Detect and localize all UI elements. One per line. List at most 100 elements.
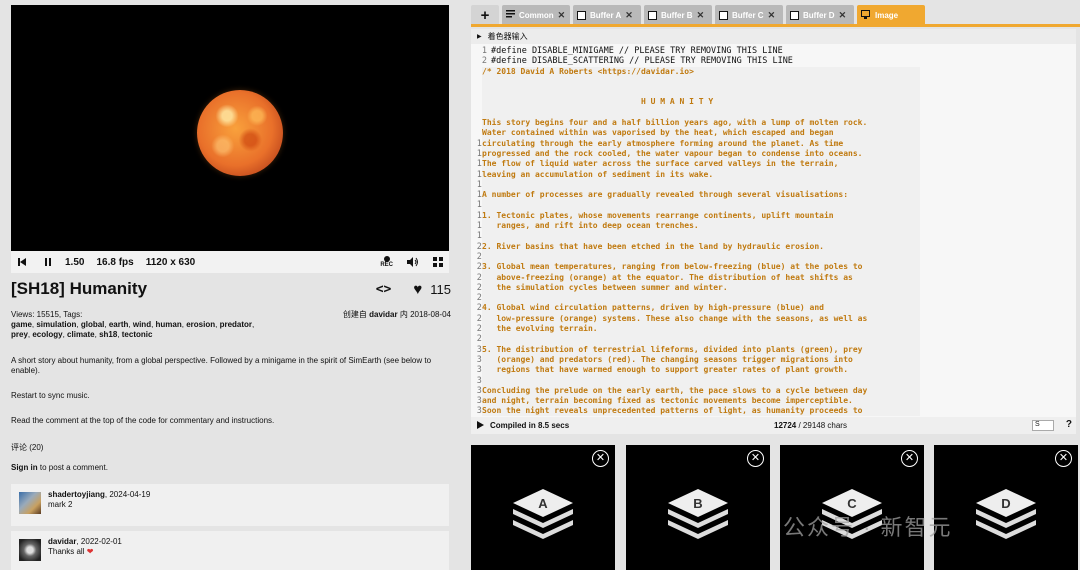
code-line: 264. Global wind circulation patterns, d…: [471, 303, 1076, 346]
record-button[interactable]: REC: [380, 255, 393, 269]
code-editor: ▶ 着色器输入 1 #define DISABLE_MINIGAME // PLE…: [471, 29, 1076, 434]
tab-label: Buffer B: [661, 10, 693, 20]
avatar[interactable]: [19, 539, 41, 561]
watermark: 公众号 · 新智元: [783, 515, 953, 540]
close-icon[interactable]: ✕: [592, 450, 609, 467]
comment-item: shadertoyjiang, 2024-04-19 mark 2: [11, 484, 449, 526]
code-line: 305. The distribution of terrestrial lif…: [471, 344, 1076, 387]
tab-buffer-c[interactable]: Buffer C ✕: [715, 5, 783, 25]
heart-icon: ❤: [86, 547, 94, 556]
description-paragraph: Restart to sync music.: [11, 391, 90, 400]
shader-inputs-label: 着色器输入: [487, 32, 528, 41]
code-line: 14: [471, 179, 1076, 222]
shader-inputs-toggle[interactable]: ▶ 着色器输入: [471, 29, 1076, 44]
tab-buffer-d[interactable]: Buffer D ✕: [786, 5, 854, 25]
volume-icon[interactable]: [407, 251, 419, 273]
tag-link[interactable]: sh18: [99, 330, 117, 339]
comment-text: Thanks all: [48, 547, 87, 556]
fullscreen-icon[interactable]: [433, 251, 443, 273]
code-line: 27 low-pressure (orange) systems. These …: [471, 313, 1076, 356]
char-count-value: 12724: [774, 421, 797, 430]
player-controls: 1.50 16.8 fps 1120 x 630 REC: [11, 251, 449, 273]
code-line: 7: [471, 107, 1076, 150]
title-row: [SH18] Humanity <> ♥ 115: [11, 278, 451, 300]
font-size-select[interactable]: S: [1032, 420, 1054, 431]
code-line: 6 H U M A N I T Y: [471, 97, 1076, 140]
text-lines-icon: [506, 10, 515, 20]
tag-link[interactable]: global: [81, 320, 105, 329]
tag-link[interactable]: simulation: [36, 320, 76, 329]
channel-slot-c[interactable]: ✕ C: [780, 445, 924, 570]
code-text: #define DISABLE_MINIGAME // PLEASE TRY R…: [491, 46, 783, 56]
comment-text: mark 2: [48, 500, 73, 509]
rewind-icon[interactable]: [17, 251, 27, 273]
code-line: 2 #define DISABLE_SCATTERING // PLEASE TR…: [471, 56, 1076, 66]
close-icon[interactable]: ✕: [839, 10, 847, 21]
author-link[interactable]: davidar: [369, 310, 397, 319]
code-line: 8This story begins four and a half billi…: [471, 118, 1076, 161]
channel-letter: B: [693, 496, 702, 511]
buffer-stack-icon: B: [668, 489, 728, 539]
signin-link[interactable]: Sign in: [11, 463, 38, 472]
tag-link[interactable]: climate: [67, 330, 95, 339]
code-line: 34Concluding the prelude on the early ea…: [471, 385, 1076, 416]
buffer-tabs: + Common ✕ Buffer A ✕ Buffer B ✕ Buffer …: [471, 5, 1080, 25]
created-label: 创建自: [342, 310, 367, 319]
shader-description: A short story about humanity, from a glo…: [11, 356, 451, 441]
avatar[interactable]: [19, 492, 41, 514]
close-icon[interactable]: ✕: [625, 10, 633, 21]
comments-header: 评论 (20): [11, 443, 44, 452]
code-line: 24 the simulation cycles between summer …: [471, 282, 1076, 325]
tab-label: Buffer C: [732, 10, 764, 20]
comment-user[interactable]: davidar: [48, 537, 76, 546]
tag-link[interactable]: predator: [220, 320, 252, 329]
tab-label: Buffer A: [590, 10, 622, 20]
tab-common[interactable]: Common ✕: [502, 5, 570, 25]
tab-buffer-b[interactable]: Buffer B ✕: [644, 5, 712, 25]
close-icon[interactable]: ✕: [901, 450, 918, 467]
code-line: 3/* 2018 David A Roberts <https://davida…: [471, 66, 1076, 109]
close-icon[interactable]: ✕: [697, 10, 705, 21]
like-heart-icon[interactable]: ♥: [413, 281, 422, 298]
tag-link[interactable]: prey: [11, 330, 28, 339]
channel-slot-a[interactable]: ✕ A: [471, 445, 615, 570]
code-area[interactable]: 1 #define DISABLE_MINIGAME // PLEASE TRY …: [471, 46, 1076, 416]
code-line: 11progressed and the rock cooled, the wa…: [471, 148, 1076, 191]
pause-icon[interactable]: [43, 251, 53, 273]
compile-button[interactable]: [477, 420, 484, 431]
time-readout: 1.50: [65, 256, 85, 268]
tab-label: Common: [519, 10, 554, 20]
close-icon[interactable]: ✕: [768, 10, 776, 21]
tag-link[interactable]: ecology: [32, 330, 62, 339]
help-button[interactable]: ?: [1066, 419, 1072, 430]
description-paragraph: A short story about humanity, from a glo…: [11, 356, 432, 375]
tag-link[interactable]: wind: [133, 320, 151, 329]
comment-user[interactable]: shadertoyjiang: [48, 490, 105, 499]
buffer-stack-icon: A: [513, 489, 573, 539]
buffer-icon: [790, 10, 799, 20]
tag-link[interactable]: tectonic: [122, 330, 153, 339]
editor-footer: Compiled in 8.5 secs 12724 / 29148 chars…: [471, 417, 1076, 434]
channel-slot-b[interactable]: ✕ B: [626, 445, 770, 570]
signin-prompt: Sign in to post a comment.: [11, 463, 108, 472]
tag-list: game, simulation, global, earth, wind, h…: [11, 320, 255, 339]
tab-image[interactable]: Image: [857, 5, 925, 25]
tag-link[interactable]: earth: [109, 320, 129, 329]
code-icon[interactable]: <>: [376, 282, 392, 297]
add-tab-button[interactable]: +: [471, 5, 499, 25]
code-line: 10circulating through the early atmosphe…: [471, 138, 1076, 181]
tag-link[interactable]: erosion: [186, 320, 215, 329]
code-line: 1 #define DISABLE_MINIGAME // PLEASE TRY …: [471, 46, 1076, 56]
code-line: 171. Tectonic plates, whose movements re…: [471, 210, 1076, 253]
code-line: 223. Global mean temperatures, ranging f…: [471, 262, 1076, 305]
tab-buffer-a[interactable]: Buffer A ✕: [573, 5, 641, 25]
close-icon[interactable]: ✕: [747, 450, 764, 467]
shader-canvas[interactable]: [11, 5, 449, 251]
close-icon[interactable]: ✕: [1055, 450, 1072, 467]
close-icon[interactable]: ✕: [558, 10, 566, 21]
channel-slot-d[interactable]: ✕ D: [934, 445, 1078, 570]
tag-link[interactable]: game: [11, 320, 32, 329]
signin-text: to post a comment.: [37, 463, 108, 472]
char-count-total: / 29148 chars: [796, 421, 847, 430]
tag-link[interactable]: human: [156, 320, 182, 329]
